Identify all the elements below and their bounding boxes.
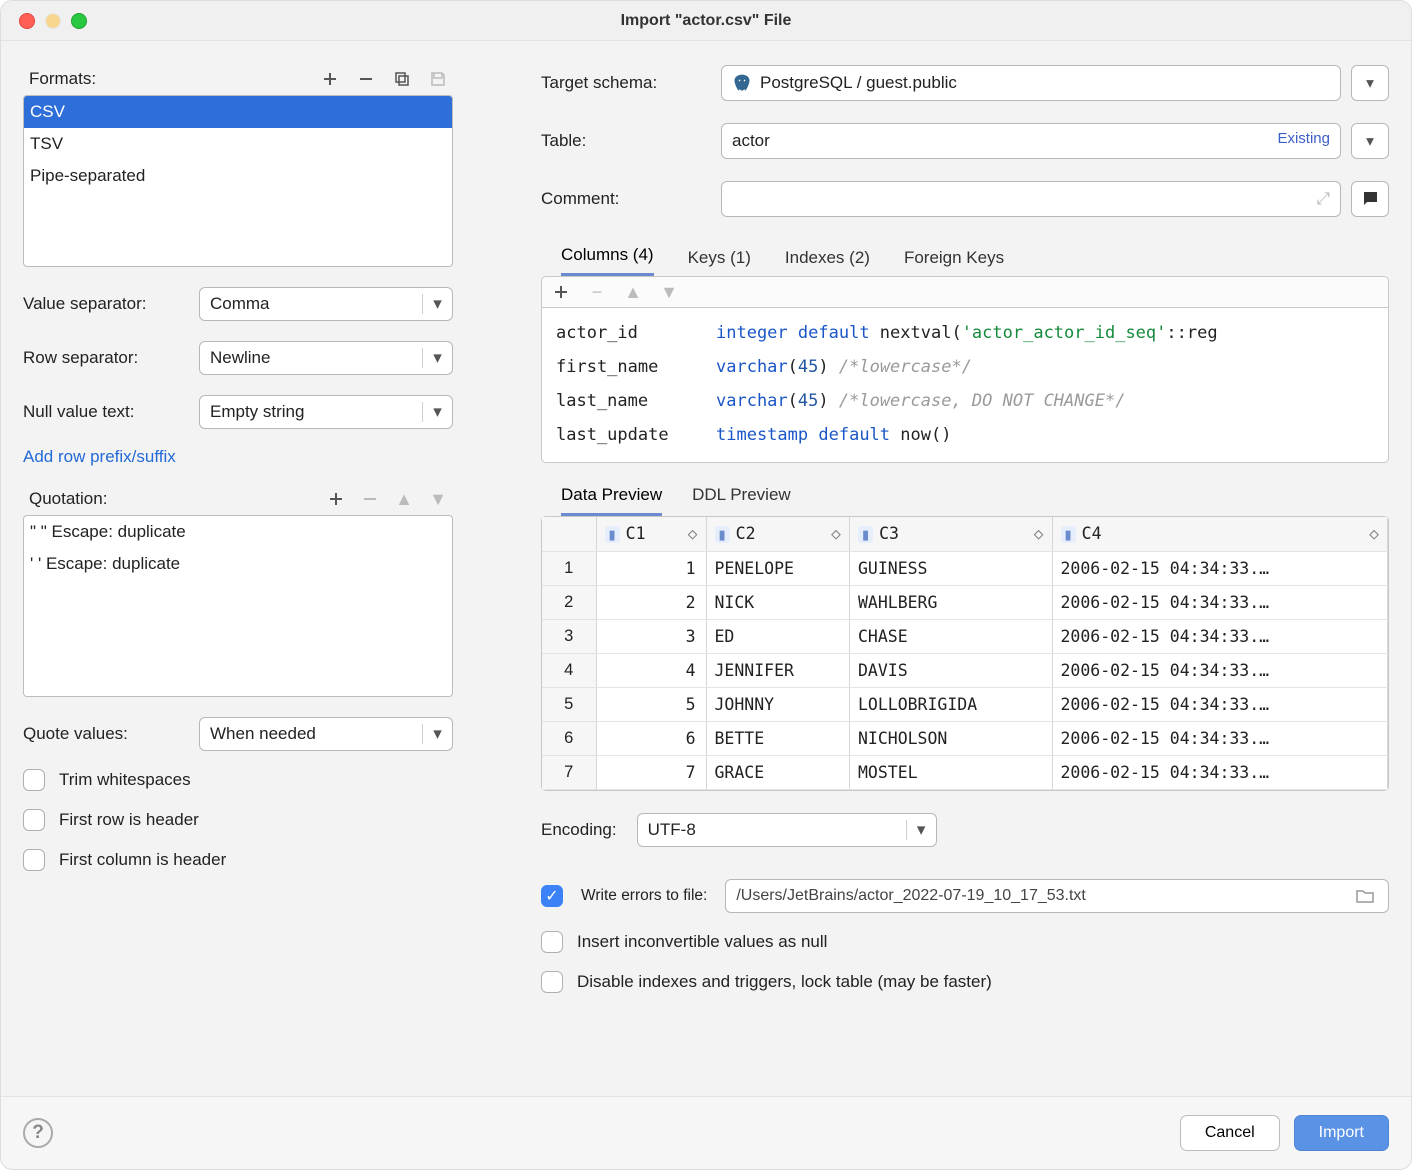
add-quotation-icon[interactable] (327, 490, 345, 508)
table-row[interactable]: 55JOHNNYLOLLOBRIGIDA2006-02-15 04:34:33.… (542, 687, 1388, 721)
first-row-header-checkbox[interactable] (23, 809, 45, 831)
table-input[interactable]: actor Existing (721, 123, 1341, 159)
remove-column-icon: − (588, 283, 606, 301)
move-up-icon: ▲ (624, 283, 642, 301)
import-button[interactable]: Import (1294, 1115, 1389, 1151)
column-def[interactable]: last_name varchar(45) /*lowercase, DO NO… (542, 384, 1388, 418)
chevron-down-icon: ▾ (422, 724, 452, 744)
table-dropdown[interactable]: ▾ (1351, 123, 1389, 159)
format-item[interactable]: Pipe-separated (24, 160, 452, 192)
table-row[interactable]: 77GRACEMOSTEL2006-02-15 04:34:33.… (542, 755, 1388, 789)
column-def[interactable]: actor_id integer default nextval('actor_… (542, 316, 1388, 350)
existing-badge: Existing (1277, 130, 1330, 147)
move-down-icon: ▼ (429, 490, 447, 508)
tab-indexes[interactable]: Indexes (2) (785, 248, 870, 276)
table-label: Table: (541, 131, 721, 151)
add-row-prefix-link[interactable]: Add row prefix/suffix (23, 447, 453, 467)
copy-format-icon[interactable] (393, 70, 411, 88)
column-header[interactable]: ▮C3◇ (849, 517, 1052, 551)
formats-label: Formats: (29, 69, 96, 89)
write-errors-label: Write errors to file: (581, 887, 707, 905)
table-row[interactable]: 44JENNIFERDAVIS2006-02-15 04:34:33.… (542, 653, 1388, 687)
comment-label: Comment: (541, 189, 721, 209)
data-preview-table[interactable]: ▮C1◇ ▮C2◇ ▮C3◇ ▮C4◇ 11PENELOPEGUINESS200… (541, 516, 1389, 791)
target-schema-select[interactable]: PostgreSQL / guest.public (721, 65, 1341, 101)
quotation-list[interactable]: " " Escape: duplicate ' ' Escape: duplic… (23, 515, 453, 697)
write-errors-path-input[interactable]: /Users/JetBrains/actor_2022-07-19_10_17_… (725, 879, 1389, 913)
tab-keys[interactable]: Keys (1) (688, 248, 751, 276)
tab-ddl-preview[interactable]: DDL Preview (692, 485, 791, 516)
first-row-header-label: First row is header (59, 810, 199, 830)
quote-values-select[interactable]: When needed ▾ (199, 717, 453, 751)
columns-schema: actor_id integer default nextval('actor_… (541, 307, 1389, 463)
chevron-down-icon: ▾ (422, 348, 452, 368)
postgresql-icon (732, 73, 752, 93)
window-title: Import "actor.csv" File (1, 12, 1411, 30)
encoding-select[interactable]: UTF-8 ▾ (637, 813, 937, 847)
formats-list[interactable]: CSV TSV Pipe-separated (23, 95, 453, 267)
trim-whitespaces-label: Trim whitespaces (59, 770, 191, 790)
column-def[interactable]: first_name varchar(45) /*lowercase*/ (542, 350, 1388, 384)
chevron-down-icon: ▾ (422, 294, 452, 314)
tab-columns[interactable]: Columns (4) (561, 245, 654, 276)
quotation-item[interactable]: ' ' Escape: duplicate (24, 548, 452, 580)
column-header[interactable]: ▮C1◇ (596, 517, 706, 551)
target-schema-dropdown[interactable]: ▾ (1351, 65, 1389, 101)
tab-foreign-keys[interactable]: Foreign Keys (904, 248, 1004, 276)
table-row[interactable]: 33EDCHASE2006-02-15 04:34:33.… (542, 619, 1388, 653)
trim-whitespaces-checkbox[interactable] (23, 769, 45, 791)
row-separator-select[interactable]: Newline ▾ (199, 341, 453, 375)
first-col-header-checkbox[interactable] (23, 849, 45, 871)
null-value-label: Null value text: (23, 402, 199, 422)
first-col-header-label: First column is header (59, 850, 226, 870)
quotation-item[interactable]: " " Escape: duplicate (24, 516, 452, 548)
format-item[interactable]: TSV (24, 128, 452, 160)
insert-null-checkbox[interactable] (541, 931, 563, 953)
help-button[interactable]: ? (23, 1118, 53, 1148)
move-up-icon: ▲ (395, 490, 413, 508)
remove-format-icon[interactable] (357, 70, 375, 88)
chevron-down-icon: ▾ (906, 820, 936, 840)
disable-indexes-label: Disable indexes and triggers, lock table… (577, 972, 992, 992)
table-row[interactable]: 11PENELOPEGUINESS2006-02-15 04:34:33.… (542, 551, 1388, 585)
cancel-button[interactable]: Cancel (1180, 1115, 1280, 1151)
value-separator-label: Value separator: (23, 294, 199, 314)
comment-input[interactable]: ⤢ (721, 181, 1341, 217)
add-column-icon[interactable] (552, 283, 570, 301)
comment-bubble-button[interactable] (1351, 181, 1389, 217)
tab-data-preview[interactable]: Data Preview (561, 485, 662, 516)
expand-icon[interactable]: ⤢ (1316, 189, 1330, 209)
column-def[interactable]: last_update timestamp default now() (542, 418, 1388, 452)
table-row[interactable]: 22NICKWAHLBERG2006-02-15 04:34:33.… (542, 585, 1388, 619)
target-schema-label: Target schema: (541, 73, 721, 93)
encoding-label: Encoding: (541, 820, 617, 840)
add-format-icon[interactable] (321, 70, 339, 88)
save-format-icon (429, 70, 447, 88)
folder-icon[interactable] (1356, 888, 1374, 904)
chevron-down-icon: ▾ (422, 402, 452, 422)
quotation-label: Quotation: (29, 489, 107, 509)
titlebar: Import "actor.csv" File (1, 1, 1411, 41)
null-value-select[interactable]: Empty string ▾ (199, 395, 453, 429)
disable-indexes-checkbox[interactable] (541, 971, 563, 993)
column-header[interactable]: ▮C4◇ (1052, 517, 1388, 551)
value-separator-select[interactable]: Comma ▾ (199, 287, 453, 321)
column-header[interactable]: ▮C2◇ (706, 517, 849, 551)
row-separator-label: Row separator: (23, 348, 199, 368)
remove-quotation-icon (361, 490, 379, 508)
quote-values-label: Quote values: (23, 724, 199, 744)
table-row[interactable]: 66BETTENICHOLSON2006-02-15 04:34:33.… (542, 721, 1388, 755)
format-item[interactable]: CSV (24, 96, 452, 128)
write-errors-checkbox[interactable]: ✓ (541, 885, 563, 907)
insert-null-label: Insert inconvertible values as null (577, 932, 827, 952)
move-down-icon: ▼ (660, 283, 678, 301)
